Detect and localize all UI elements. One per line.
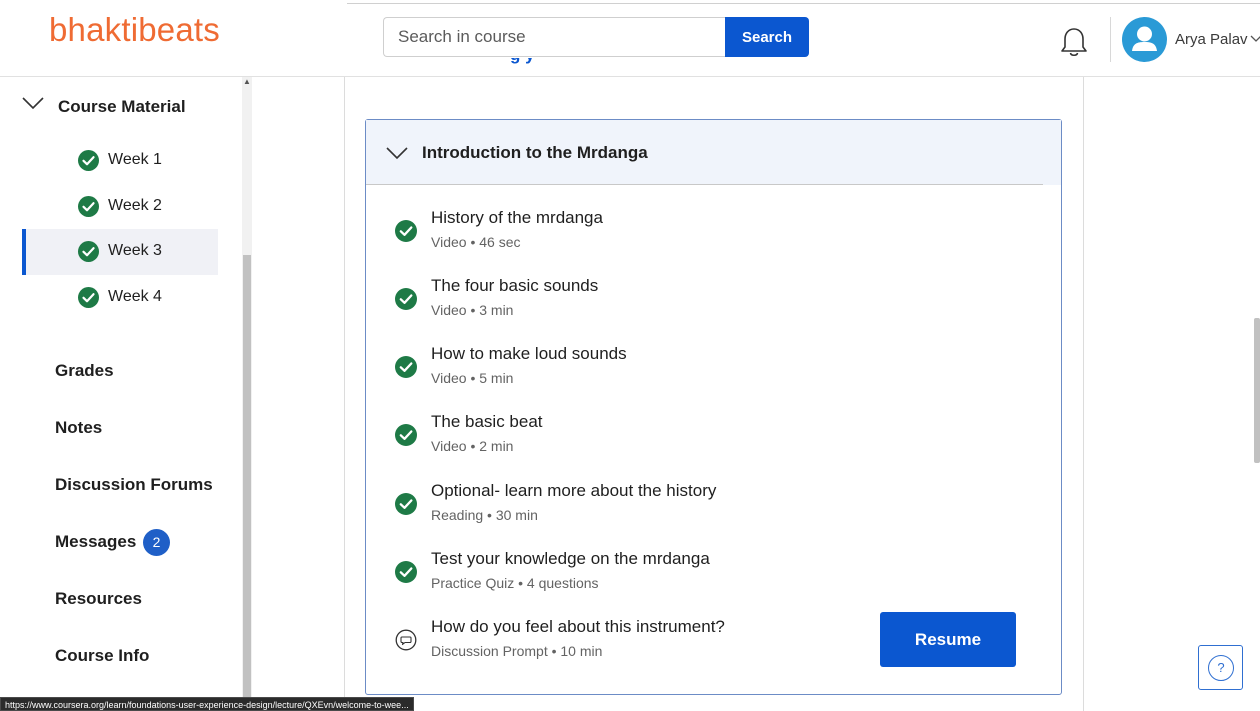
sidebar-item-week-2[interactable]: Week 2 xyxy=(22,184,218,230)
sidebar-item-course-info[interactable]: Course Info xyxy=(55,646,149,666)
sidebar-item-grades[interactable]: Grades xyxy=(55,361,114,381)
sidebar-item-week-1[interactable]: Week 1 xyxy=(22,138,218,184)
item-title[interactable]: Optional- learn more about the history xyxy=(431,481,716,501)
chevron-down-icon[interactable] xyxy=(386,146,408,160)
item-meta: Video • 5 min xyxy=(431,370,514,386)
item-title[interactable]: The four basic sounds xyxy=(431,276,598,296)
resume-button[interactable]: Resume xyxy=(880,612,1016,667)
item-title[interactable]: How to make loud sounds xyxy=(431,344,627,364)
check-circle-icon xyxy=(395,288,417,310)
check-circle-icon xyxy=(78,287,99,308)
week-label: Week 1 xyxy=(108,151,162,168)
week-label: Week 2 xyxy=(108,197,162,214)
status-bar-url: https://www.coursera.org/learn/foundatio… xyxy=(0,697,414,711)
item-title[interactable]: How do you feel about this instrument? xyxy=(431,617,725,637)
sidebar-item-week-4[interactable]: Week 4 xyxy=(22,275,218,321)
check-circle-icon xyxy=(395,424,417,446)
course-material-toggle[interactable]: Course Material xyxy=(58,97,186,117)
search-button[interactable]: Search xyxy=(725,17,809,57)
item-meta: Video • 2 min xyxy=(431,438,514,454)
top-header: bhaktibeats Search Arya Palav xyxy=(0,0,1260,77)
list-item[interactable]: The basic beat Video • 2 min xyxy=(366,412,1061,472)
sidebar-item-week-3[interactable]: Week 3 xyxy=(22,229,218,275)
sidebar-item-resources[interactable]: Resources xyxy=(55,589,142,609)
check-circle-icon xyxy=(395,220,417,242)
week-label: Week 4 xyxy=(108,288,162,305)
item-title[interactable]: The basic beat xyxy=(431,412,543,432)
user-icon xyxy=(1132,26,1157,51)
check-circle-icon xyxy=(395,561,417,583)
sidebar-item-messages[interactable]: Messages xyxy=(55,532,136,552)
active-indicator xyxy=(22,229,26,275)
brand-logo[interactable]: bhaktibeats xyxy=(49,11,220,49)
help-icon: ? xyxy=(1208,655,1234,681)
item-meta: Video • 46 sec xyxy=(431,234,521,250)
list-item[interactable]: History of the mrdanga Video • 46 sec xyxy=(366,208,1061,268)
bell-icon[interactable] xyxy=(1058,25,1090,59)
list-item[interactable]: The four basic sounds Video • 3 min xyxy=(366,276,1061,336)
check-circle-icon xyxy=(395,356,417,378)
module-divider xyxy=(366,184,1043,185)
list-item[interactable]: Test your knowledge on the mrdanga Pract… xyxy=(366,549,1061,609)
header-divider xyxy=(1110,17,1111,62)
search-input[interactable] xyxy=(383,17,726,57)
sidebar-scrollbar-thumb[interactable] xyxy=(243,255,251,711)
sidebar-item-discussion-forums[interactable]: Discussion Forums xyxy=(55,475,213,495)
module-card: Introduction to the Mrdanga History of t… xyxy=(365,119,1062,695)
module-title[interactable]: Introduction to the Mrdanga xyxy=(422,143,648,163)
check-circle-icon xyxy=(395,493,417,515)
chevron-down-icon[interactable] xyxy=(22,96,44,110)
scroll-up-icon[interactable]: ▲ xyxy=(243,77,251,86)
avatar[interactable] xyxy=(1122,17,1167,62)
item-meta: Reading • 30 min xyxy=(431,507,538,523)
messages-count-badge: 2 xyxy=(143,529,170,556)
week-label: Week 3 xyxy=(108,242,162,259)
item-meta: Practice Quiz • 4 questions xyxy=(431,575,599,591)
help-button[interactable]: ? xyxy=(1198,645,1243,690)
list-item[interactable]: How to make loud sounds Video • 5 min xyxy=(366,344,1061,404)
item-meta: Discussion Prompt • 10 min xyxy=(431,643,603,659)
check-circle-icon xyxy=(78,196,99,217)
chevron-down-icon[interactable] xyxy=(1250,34,1260,44)
discussion-prompt-icon xyxy=(395,629,417,651)
scrolled-link-fragment: g y xyxy=(470,58,590,80)
header-top-border xyxy=(347,3,1260,4)
list-item[interactable]: Optional- learn more about the history R… xyxy=(366,481,1061,541)
item-title[interactable]: Test your knowledge on the mrdanga xyxy=(431,549,710,569)
item-title[interactable]: History of the mrdanga xyxy=(431,208,603,228)
page-scrollbar-thumb[interactable] xyxy=(1254,318,1260,463)
check-circle-icon xyxy=(78,241,99,262)
check-circle-icon xyxy=(78,150,99,171)
module-header[interactable]: Introduction to the Mrdanga xyxy=(366,120,1061,185)
sidebar-item-notes[interactable]: Notes xyxy=(55,418,102,438)
user-name[interactable]: Arya Palav xyxy=(1175,31,1248,48)
item-meta: Video • 3 min xyxy=(431,302,514,318)
